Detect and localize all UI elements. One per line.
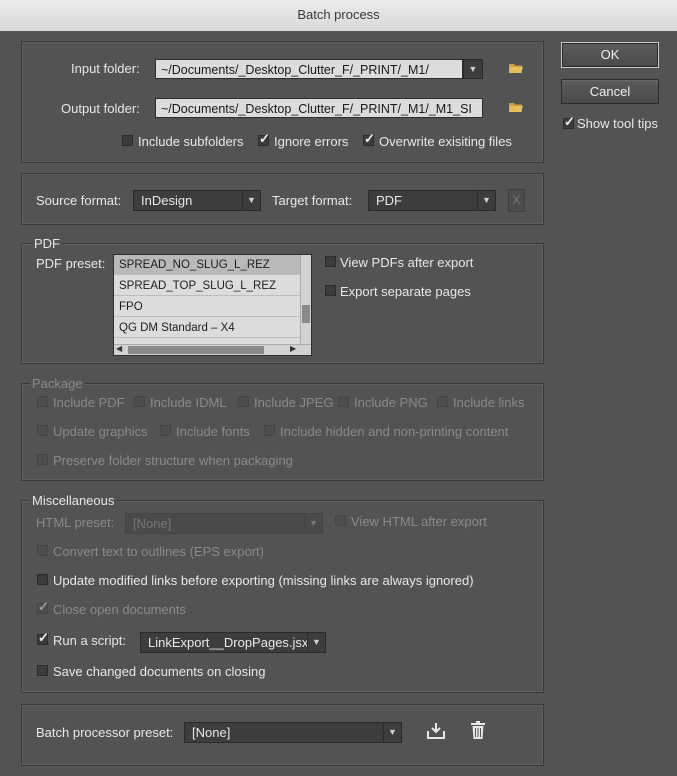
input-folder-field[interactable]: ~/Documents/_Desktop_Clutter_F/_PRINT/_M…: [155, 59, 463, 79]
overwrite-files-checkbox[interactable]: [363, 131, 375, 147]
include-subfolders-checkbox[interactable]: [122, 135, 133, 146]
view-html-after-export-label: View HTML after export: [351, 514, 487, 529]
scroll-thumb[interactable]: [302, 305, 310, 323]
script-dropdown[interactable]: LinkExport__DropPages.jsx ▼: [140, 632, 326, 653]
include-links-checkbox[interactable]: [437, 396, 448, 407]
include-fonts-checkbox[interactable]: [160, 425, 171, 436]
scroll-left-arrow-icon[interactable]: ◀: [116, 344, 122, 353]
window-title: Batch process: [297, 7, 380, 22]
chevron-down-icon: ▼: [477, 191, 495, 210]
batch-preset-value: [None]: [192, 725, 231, 740]
run-script-label: Run a script:: [53, 633, 126, 648]
dialog-content: OK Cancel Show tool tips Input folder: ~…: [0, 31, 677, 776]
vertical-scrollbar[interactable]: [300, 255, 311, 344]
trash-icon[interactable]: [470, 721, 486, 740]
ignore-errors-checkbox[interactable]: [258, 131, 270, 147]
include-idml-checkbox[interactable]: [134, 396, 145, 407]
include-pdf-checkbox[interactable]: [37, 396, 48, 407]
source-format-label: Source format:: [36, 193, 122, 208]
ignore-errors-label: Ignore errors: [274, 134, 349, 149]
source-format-value: InDesign: [141, 193, 193, 208]
target-format-dropdown[interactable]: PDF ▼: [368, 190, 496, 211]
show-tool-tips-checkbox[interactable]: [563, 114, 575, 130]
cancel-button[interactable]: Cancel: [561, 79, 659, 104]
target-format-label: Target format:: [272, 193, 353, 208]
run-script-checkbox[interactable]: [37, 630, 49, 646]
pdf-legend: PDF: [32, 236, 62, 251]
html-preset-label: HTML preset:: [36, 515, 115, 530]
include-png-checkbox[interactable]: [338, 396, 349, 407]
html-preset-dropdown[interactable]: [None] ▼: [125, 513, 323, 534]
folder-open-icon[interactable]: [508, 101, 524, 113]
view-pdfs-after-export-checkbox[interactable]: [325, 256, 336, 267]
input-folder-label: Input folder:: [71, 61, 140, 76]
pdf-preset-label: PDF preset:: [36, 256, 106, 271]
include-jpeg-checkbox[interactable]: [238, 396, 249, 407]
preserve-folder-structure-label: Preserve folder structure when packaging: [53, 453, 293, 468]
chevron-down-icon: ▼: [468, 63, 478, 74]
include-hidden-label: Include hidden and non-printing content: [280, 424, 509, 439]
include-subfolders-label: Include subfolders: [138, 134, 244, 149]
folder-open-icon[interactable]: [508, 62, 524, 74]
target-format-value: PDF: [376, 193, 402, 208]
overwrite-files-label: Overwrite exisiting files: [379, 134, 512, 149]
show-tool-tips-label: Show tool tips: [577, 116, 658, 131]
view-html-after-export-checkbox[interactable]: [335, 515, 346, 526]
format-options-x-button[interactable]: X: [508, 189, 525, 212]
save-changed-documents-label: Save changed documents on closing: [53, 664, 266, 679]
chevron-down-icon: ▼: [242, 191, 260, 210]
output-folder-label: Output folder:: [61, 101, 140, 116]
close-open-documents-label: Close open documents: [53, 602, 186, 617]
chevron-down-icon: ▼: [307, 633, 325, 652]
update-modified-links-label: Update modified links before exporting (…: [53, 573, 474, 588]
source-format-dropdown[interactable]: InDesign ▼: [133, 190, 261, 211]
html-preset-value: [None]: [133, 516, 172, 531]
preserve-folder-structure-checkbox[interactable]: [37, 454, 48, 465]
include-hidden-checkbox[interactable]: [264, 425, 275, 436]
export-separate-pages-label: Export separate pages: [340, 284, 471, 299]
ok-button[interactable]: OK: [561, 42, 659, 68]
chevron-down-icon: ▼: [383, 723, 401, 742]
include-idml-label: Include IDML: [150, 395, 227, 410]
export-separate-pages-checkbox[interactable]: [325, 285, 336, 296]
convert-text-outlines-checkbox[interactable]: [37, 545, 48, 556]
scroll-thumb[interactable]: [128, 346, 264, 354]
chevron-down-icon: ▼: [304, 514, 322, 533]
pdf-preset-list[interactable]: SPREAD_NO_SLUG_L_REZ SPREAD_TOP_SLUG_L_R…: [113, 254, 312, 356]
script-value: LinkExport__DropPages.jsx: [148, 635, 309, 650]
scroll-right-arrow-icon[interactable]: ▶: [290, 344, 296, 353]
horizontal-scrollbar[interactable]: ◀ ▶: [114, 344, 311, 355]
include-fonts-label: Include fonts: [176, 424, 250, 439]
batch-process-window: Batch process OK Cancel Show tool tips I…: [0, 0, 677, 776]
list-item[interactable]: QG DM Standard – X4: [114, 318, 300, 338]
batch-preset-label: Batch processor preset:: [36, 725, 174, 740]
batch-preset-dropdown[interactable]: [None] ▼: [184, 722, 402, 743]
update-modified-links-checkbox[interactable]: [37, 574, 48, 585]
convert-text-outlines-label: Convert text to outlines (EPS export): [53, 544, 264, 559]
include-links-label: Include links: [453, 395, 525, 410]
update-graphics-checkbox[interactable]: [37, 425, 48, 436]
title-bar: Batch process: [0, 0, 677, 32]
close-open-documents-checkbox[interactable]: [37, 599, 49, 615]
miscellaneous-legend: Miscellaneous: [30, 493, 117, 508]
view-pdfs-after-export-label: View PDFs after export: [340, 255, 474, 270]
list-item[interactable]: FPO: [114, 297, 300, 317]
save-preset-icon[interactable]: [426, 722, 446, 740]
input-folder-history-dropdown[interactable]: ▼: [463, 59, 483, 79]
list-item[interactable]: SPREAD_NO_SLUG_L_REZ: [114, 255, 300, 275]
save-changed-documents-checkbox[interactable]: [37, 665, 48, 676]
output-folder-field[interactable]: ~/Documents/_Desktop_Clutter_F/_PRINT/_M…: [155, 98, 483, 118]
include-pdf-label: Include PDF: [53, 395, 125, 410]
include-jpeg-label: Include JPEG: [254, 395, 334, 410]
include-png-label: Include PNG: [354, 395, 428, 410]
package-legend: Package: [30, 376, 85, 391]
update-graphics-label: Update graphics: [53, 424, 148, 439]
list-item[interactable]: SPREAD_TOP_SLUG_L_REZ: [114, 276, 300, 296]
